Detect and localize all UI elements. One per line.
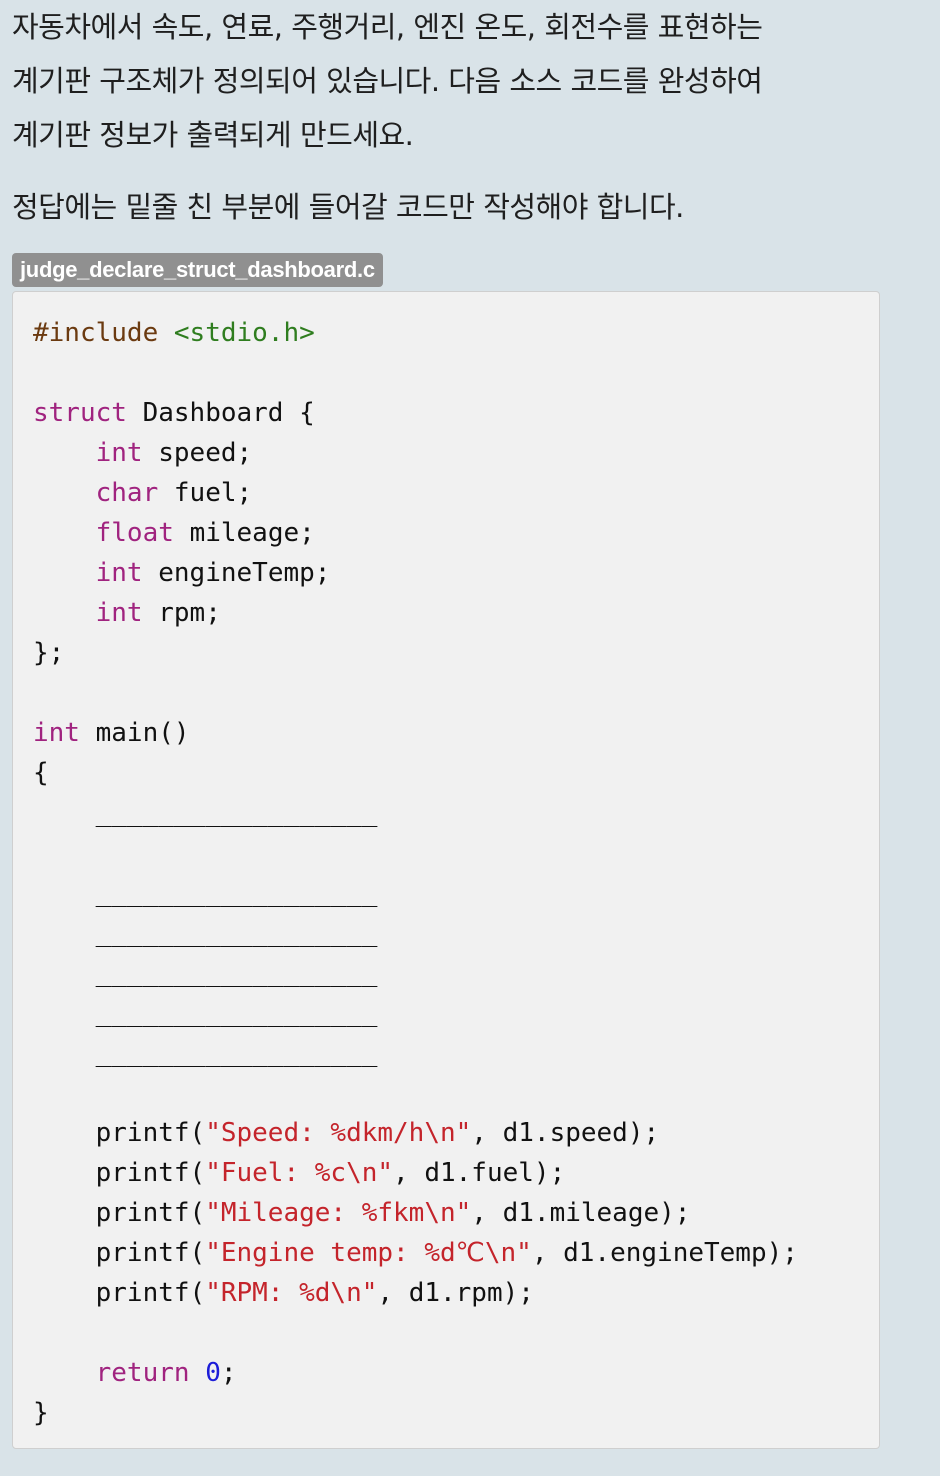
printf-format: "Speed: %dkm/h\n" [205,1118,472,1148]
field-name: engineTemp [158,558,315,588]
return-keyword: return [95,1358,190,1388]
answer-blank: __________________ [95,1038,378,1068]
printf-arg: d1.fuel [424,1158,534,1188]
field-type: char [95,478,159,508]
printf-format: "Mileage: %fkm\n" [205,1198,472,1228]
answer-blank: __________________ [95,918,378,948]
field-name: mileage [189,518,300,548]
answer-blank: __________________ [95,998,378,1028]
printf-arg: d1.mileage [502,1198,660,1228]
printf-format: "Fuel: %c\n" [205,1158,394,1188]
printf-arg: d1.engineTemp [563,1238,767,1268]
include-directive: #include [33,318,159,348]
answer-blank: __________________ [95,958,378,988]
field-name: fuel [173,478,237,508]
description-line: 계기판 구조체가 정의되어 있습니다. 다음 소스 코드를 완성하여 [12,64,763,98]
field-type: float [95,518,174,548]
printf-arg: d1.speed [502,1118,628,1148]
code-block: #include <stdio.h> struct Dashboard { in… [12,291,880,1449]
description-line: 자동차에서 속도, 연료, 주행거리, 엔진 온도, 회전수를 표현하는 [12,10,763,44]
printf-format: "Engine temp: %d℃\n" [205,1238,532,1268]
answer-blank: __________________ [95,878,378,908]
description-line: 계기판 정보가 출력되게 만드세요. [12,118,414,152]
printf-format: "RPM: %d\n" [205,1278,378,1308]
answer-note: 정답에는 밑줄 친 부분에 들어갈 코드만 작성해야 합니다. [12,190,684,224]
field-type: int [95,558,143,588]
field-name: speed [158,438,237,468]
source-code: #include <stdio.h> struct Dashboard { in… [33,318,798,1428]
field-name: rpm [158,598,206,628]
main-function-name: main [95,718,159,748]
code-filename-label: judge_declare_struct_dashboard.c [12,253,383,287]
struct-name: Dashboard [142,398,284,428]
answer-blank: __________________ [95,798,378,828]
problem-description: 자동차에서 속도, 연료, 주행거리, 엔진 온도, 회전수를 표현하는 계기판… [12,0,912,234]
struct-keyword: struct [33,398,127,428]
field-type: int [95,438,143,468]
field-type: int [95,598,143,628]
printf-arg: d1.rpm [408,1278,503,1308]
include-header: <stdio.h> [173,318,315,348]
main-return-type: int [33,718,80,748]
return-value: 0 [205,1358,221,1388]
